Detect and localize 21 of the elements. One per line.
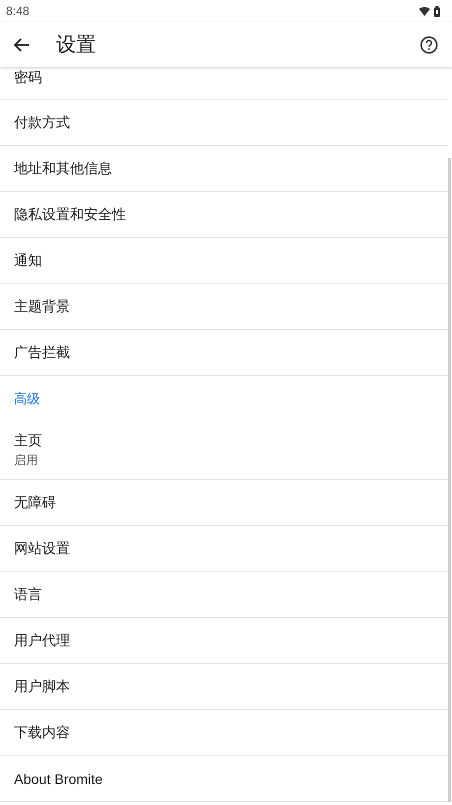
page-title: 设置 [56,33,97,58]
settings-item[interactable]: 隐私设置和安全性 [0,192,448,238]
settings-item[interactable]: 密码 [0,67,448,100]
status-time: 8:48 [6,4,30,18]
settings-item[interactable]: 用户脚本 [0,664,448,710]
settings-item[interactable]: 下载内容 [0,710,448,756]
settings-item[interactable]: 广告拦截 [0,330,448,376]
help-icon[interactable] [420,36,438,54]
settings-item[interactable]: 网站设置 [0,526,448,572]
settings-item[interactable]: About Bromite [0,756,448,802]
settings-item[interactable]: 主题背景 [0,284,448,330]
section-header: 高级 [14,390,40,408]
settings-item[interactable]: 通知 [0,238,448,284]
settings-item[interactable]: 无障碍 [0,480,448,526]
settings-item[interactable]: 地址和其他信息 [0,146,448,192]
wifi-icon [419,6,430,16]
settings-item[interactable]: 语言 [0,572,448,618]
back-arrow-icon[interactable] [14,38,30,52]
battery-icon [434,6,440,16]
settings-item[interactable]: 用户代理 [0,618,448,664]
settings-item[interactable]: 付款方式 [0,100,448,146]
